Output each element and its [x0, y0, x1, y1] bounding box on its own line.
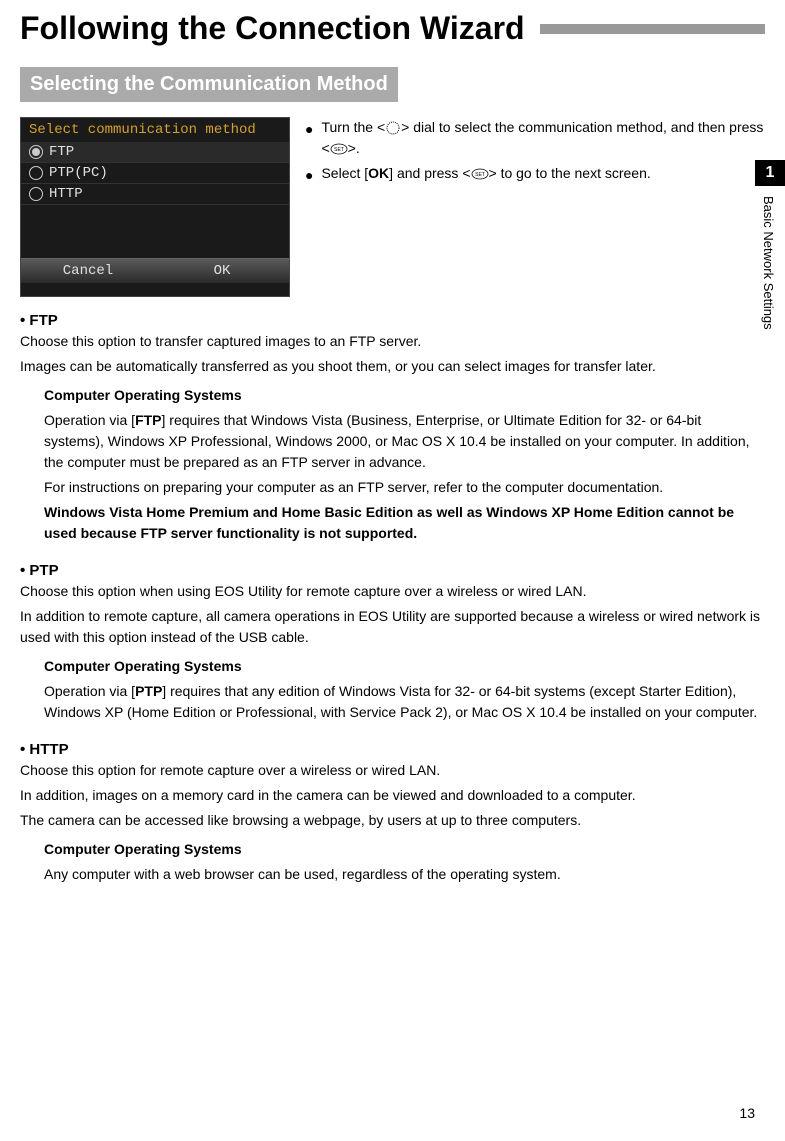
chapter-number: 1 [755, 160, 785, 186]
camera-option-label: HTTP [49, 186, 83, 202]
set-icon: SET [471, 168, 489, 180]
svg-text:SET: SET [334, 147, 344, 153]
http-desc: Choose this option for remote capture ov… [20, 760, 765, 781]
bullet-icon: ● [305, 165, 313, 186]
camera-cancel-button: Cancel [21, 258, 155, 283]
camera-option-ptp: PTP(PC) [21, 163, 289, 184]
ptp-title: • PTP [20, 562, 765, 579]
side-tab: 1 Basic Network Settings [755, 160, 785, 340]
radio-unselected-icon [29, 187, 43, 201]
instruction-text: Turn the <> dial to select the communica… [321, 117, 765, 159]
camera-screenshot: Select communication method FTP PTP(PC) … [20, 117, 290, 297]
chapter-title: Basic Network Settings [755, 186, 782, 340]
camera-ok-button: OK [155, 258, 289, 283]
cos-title: Computer Operating Systems [44, 656, 765, 677]
cos-text: Operation via [FTP] requires that Window… [44, 410, 765, 473]
cos-title: Computer Operating Systems [44, 839, 765, 860]
page-title: Following the Connection Wizard [20, 10, 525, 47]
radio-unselected-icon [29, 166, 43, 180]
section-header: Selecting the Communication Method [20, 67, 398, 102]
http-desc: In addition, images on a memory card in … [20, 785, 765, 806]
page-number: 13 [739, 1105, 755, 1121]
ptp-desc: Choose this option when using EOS Utilit… [20, 581, 765, 602]
http-desc: The camera can be accessed like browsing… [20, 810, 765, 831]
camera-screen-title: Select communication method [21, 118, 289, 142]
bullet-icon: ● [305, 119, 313, 140]
dial-icon [385, 120, 401, 136]
cos-title: Computer Operating Systems [44, 385, 765, 406]
instructions-block: ● Turn the <> dial to select the communi… [305, 117, 765, 297]
ftp-desc: Choose this option to transfer captured … [20, 331, 765, 352]
cos-text: Operation via [PTP] requires that any ed… [44, 681, 765, 723]
cos-warning: Windows Vista Home Premium and Home Basi… [44, 502, 765, 544]
ftp-title: • FTP [20, 312, 765, 329]
ftp-desc: Images can be automatically transferred … [20, 356, 765, 377]
radio-selected-icon [29, 145, 43, 159]
camera-option-label: FTP [49, 144, 74, 160]
cos-text: For instructions on preparing your compu… [44, 477, 765, 498]
set-icon: SET [330, 143, 348, 155]
camera-option-http: HTTP [21, 184, 289, 205]
instruction-text: Select [OK] and press <SET> to go to the… [321, 163, 650, 184]
camera-option-label: PTP(PC) [49, 165, 108, 181]
camera-option-ftp: FTP [21, 142, 289, 163]
title-decoration-bar [540, 24, 765, 34]
ptp-desc: In addition to remote capture, all camer… [20, 606, 765, 648]
http-title: • HTTP [20, 741, 765, 758]
svg-text:SET: SET [475, 172, 485, 178]
cos-text: Any computer with a web browser can be u… [44, 864, 765, 885]
